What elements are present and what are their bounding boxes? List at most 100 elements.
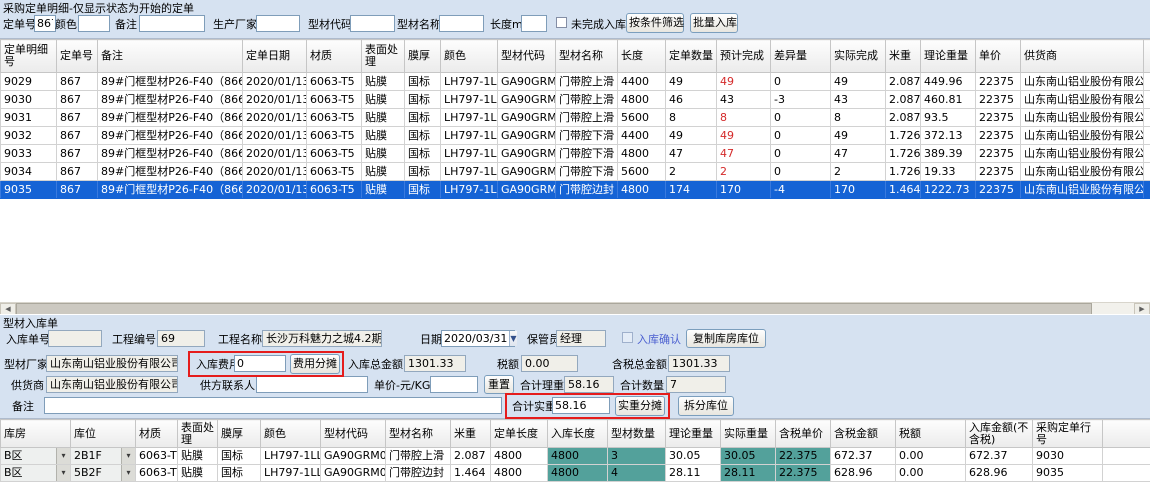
hscrollbar[interactable]: ◀ ▶	[0, 302, 1150, 314]
order-col-header-13[interactable]: 差异量	[771, 40, 831, 73]
order-col-header-12[interactable]: 预计完成	[717, 40, 771, 73]
stock-col-header-18[interactable]: 采购定单行号	[1033, 420, 1103, 448]
split-location-button[interactable]: 拆分库位	[678, 396, 734, 416]
remark-filter-input[interactable]	[139, 15, 205, 32]
stock-col-header-2[interactable]: 材质	[136, 420, 178, 448]
actual-weight-total-input[interactable]	[552, 397, 610, 414]
stock-col-header-1[interactable]: 库位	[71, 420, 136, 448]
order-cell: 9030	[1, 91, 57, 109]
stock-row-B区[interactable]: B区▾5B2F▾6063-T5贴膜国标LH797-1LL0GA90GRM05门带…	[1, 465, 1150, 482]
maker-filter-input[interactable]	[256, 15, 300, 32]
order-col-header-0[interactable]: 定单明细号	[1, 40, 57, 73]
reset-button[interactable]: 重置	[484, 375, 514, 394]
order-cell: 22375	[976, 73, 1021, 91]
location-select[interactable]: 2B1F▾	[71, 448, 136, 465]
stock-col-header-9[interactable]: 定单长度	[491, 420, 548, 448]
order-col-header-18[interactable]: 供货商	[1021, 40, 1144, 73]
stock-col-header-15[interactable]: 含税金额	[831, 420, 896, 448]
calendar-dropdown-icon[interactable]: ▼	[509, 331, 516, 346]
profile-name-filter-input[interactable]	[439, 15, 484, 32]
order-col-header-14[interactable]: 实际完成	[831, 40, 886, 73]
order-cell: 867	[57, 145, 98, 163]
fee-input[interactable]	[234, 355, 286, 372]
chevron-down-icon[interactable]: ▾	[121, 465, 135, 481]
stock-col-header-8[interactable]: 米重	[451, 420, 491, 448]
stock-cell: 贴膜	[178, 448, 218, 465]
order-cell: 22375	[976, 145, 1021, 163]
order-col-header-3[interactable]: 定单日期	[243, 40, 307, 73]
length-filter-input[interactable]	[521, 15, 547, 32]
order-row-9031[interactable]: 903186789#门框型材P26-F40（866+867）2020/01/13…	[1, 109, 1150, 127]
stock-col-header-12[interactable]: 理论重量	[666, 420, 721, 448]
order-row-9029[interactable]: 902986789#门框型材P26-F40（866+867）2020/01/13…	[1, 73, 1150, 91]
stock-cell: 30.05	[721, 448, 776, 465]
stock-col-header-5[interactable]: 颜色	[261, 420, 321, 448]
order-cell: -3	[771, 91, 831, 109]
order-no-input[interactable]	[34, 15, 56, 32]
chevron-down-icon[interactable]: ▾	[121, 448, 135, 464]
supplier-contact-input[interactable]	[256, 376, 368, 393]
order-cell: 山东南山铝业股份有限公司	[1021, 145, 1144, 163]
stock-col-header-7[interactable]: 型材名称	[386, 420, 451, 448]
order-cell: 贴膜	[362, 127, 405, 145]
order-col-header-4[interactable]: 材质	[307, 40, 362, 73]
stock-col-header-10[interactable]: 入库长度	[548, 420, 608, 448]
stock-col-header-3[interactable]: 表面处理	[178, 420, 218, 448]
stock-in-confirm-checkbox[interactable]	[622, 332, 633, 343]
location-select[interactable]: 5B2F▾	[71, 465, 136, 482]
stock-cell: 628.96	[966, 465, 1033, 482]
chevron-down-icon[interactable]: ▾	[56, 448, 70, 464]
order-col-header-1[interactable]: 定单号	[57, 40, 98, 73]
stock-col-header-17[interactable]: 入库金额(不含税)	[966, 420, 1033, 448]
order-row-9032[interactable]: 903286789#门框型材P26-F40（866+867）2020/01/13…	[1, 127, 1150, 145]
stock-cell: LH797-1LL0	[261, 465, 321, 482]
chevron-down-icon[interactable]: ▾	[56, 465, 70, 481]
fee-share-button[interactable]: 费用分摊	[290, 354, 340, 374]
order-row-9033[interactable]: 903386789#门框型材P26-F40（866+867）2020/01/13…	[1, 145, 1150, 163]
order-row-9030[interactable]: 903086789#门框型材P26-F40（866+867）2020/01/13…	[1, 91, 1150, 109]
stock-col-header-11[interactable]: 型材数量	[608, 420, 666, 448]
order-cell: 0	[771, 145, 831, 163]
order-row-9034[interactable]: 903486789#门框型材P26-F40（866+867）2020/01/13…	[1, 163, 1150, 181]
stock-cell: 0.00	[896, 465, 966, 482]
color-filter-input[interactable]	[78, 15, 110, 32]
stock-col-header-0[interactable]: 库房	[1, 420, 71, 448]
order-col-header-2[interactable]: 备注	[98, 40, 243, 73]
order-col-header-7[interactable]: 颜色	[441, 40, 498, 73]
order-col-header-9[interactable]: 型材名称	[556, 40, 618, 73]
order-cell: 2.087	[886, 109, 921, 127]
order-cell: 9032	[1, 127, 57, 145]
order-row-9035[interactable]: 903586789#门框型材P26-F40（866+867）2020/01/13…	[1, 181, 1150, 199]
stock-row-B区[interactable]: B区▾2B1F▾6063-T5贴膜国标LH797-1LL0GA90GRM03门带…	[1, 448, 1150, 465]
batch-stock-in-button[interactable]: 批量入库	[690, 13, 738, 33]
stock-cell: 0.00	[896, 448, 966, 465]
unfinished-checkbox[interactable]	[556, 17, 567, 28]
actual-weight-share-button[interactable]: 实重分摊	[615, 396, 665, 416]
stock-col-header-14[interactable]: 含税单价	[776, 420, 831, 448]
order-cell: 49	[717, 73, 771, 91]
copy-warehouse-location-button[interactable]: 复制库房库位	[686, 329, 766, 348]
date-input[interactable]: 2020/03/31 ▼	[441, 330, 515, 347]
stock-col-header-16[interactable]: 税额	[896, 420, 966, 448]
order-col-header-10[interactable]: 长度	[618, 40, 666, 73]
order-col-header-17[interactable]: 单价	[976, 40, 1021, 73]
stock-col-header-13[interactable]: 实际重量	[721, 420, 776, 448]
order-cell: 867	[57, 73, 98, 91]
order-col-header-8[interactable]: 型材代码	[498, 40, 556, 73]
profile-code-filter-input[interactable]	[350, 15, 395, 32]
remark-input[interactable]	[44, 397, 502, 414]
warehouse-select[interactable]: B区▾	[1, 448, 71, 465]
order-col-header-6[interactable]: 膜厚	[405, 40, 441, 73]
order-cell: 2	[666, 163, 717, 181]
order-cell: LH797-1LL0	[441, 109, 498, 127]
filter-by-condition-button[interactable]: 按条件筛选	[626, 13, 684, 33]
unit-price-input[interactable]	[430, 376, 478, 393]
order-col-header-15[interactable]: 米重	[886, 40, 921, 73]
order-col-header-16[interactable]: 理论重量	[921, 40, 976, 73]
order-col-header-11[interactable]: 定单数量	[666, 40, 717, 73]
warehouse-select[interactable]: B区▾	[1, 465, 71, 482]
order-col-header-5[interactable]: 表面处理	[362, 40, 405, 73]
stock-col-header-4[interactable]: 膜厚	[218, 420, 261, 448]
order-cell: 5600	[618, 109, 666, 127]
stock-col-header-6[interactable]: 型材代码	[321, 420, 386, 448]
